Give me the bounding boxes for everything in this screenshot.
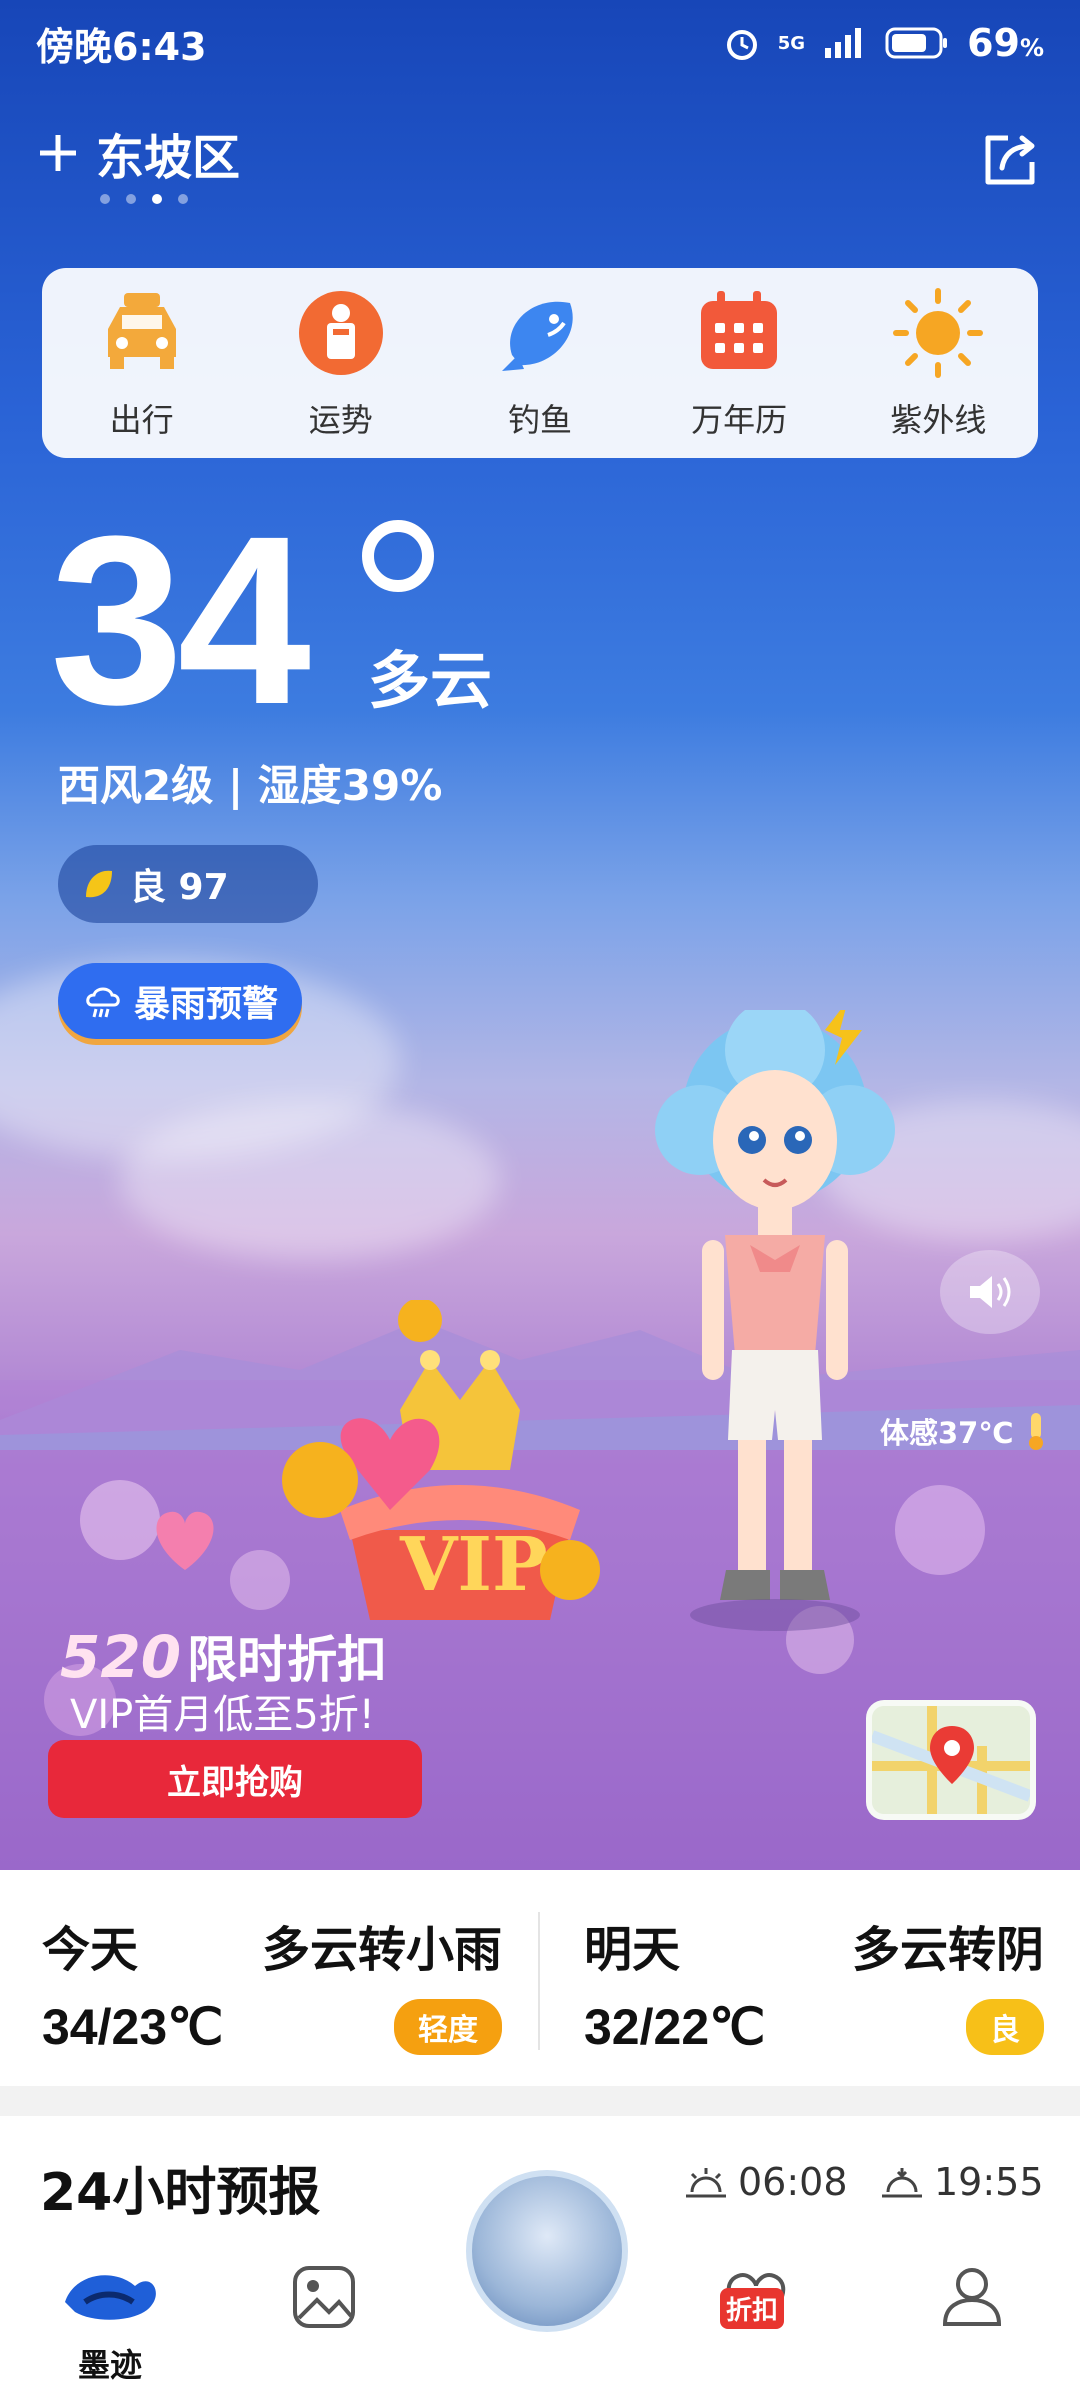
divider	[538, 1912, 540, 2050]
forecast-condition: 多云转阴	[851, 1922, 1044, 1978]
status-time: 傍晚6:43	[36, 24, 207, 69]
nav-label: 墨迹	[77, 2346, 142, 2384]
battery-icon	[885, 27, 948, 59]
discount-tag: 折扣	[720, 2288, 785, 2329]
forecast-tomorrow[interactable]: 明天 多云转阴 32/22℃ 良	[584, 1910, 1044, 2056]
tool-fortune[interactable]: 运势	[266, 285, 416, 441]
aqi-value: 良 97	[130, 867, 229, 908]
nav-item-toolbox[interactable]: 折扣 工具箱	[676, 2262, 836, 2386]
toolbox-icon: 折扣	[716, 2262, 796, 2332]
alert-label: 暴雨预警	[134, 984, 279, 1025]
forecast-day: 今天	[42, 1922, 139, 1978]
forecast-condition: 多云转小雨	[261, 1922, 502, 1978]
tool-fishing[interactable]: 钓鱼	[465, 285, 615, 441]
location-name: 东坡区	[96, 130, 241, 186]
current-temperature: 34	[50, 486, 311, 754]
vip-gift-illustration[interactable]: VIP	[280, 1300, 640, 1630]
quick-tools-card: 出行 运势 钓鱼 万年历 紫外线	[42, 268, 1038, 458]
status-bar: 傍晚6:43 5G 69%	[36, 18, 1044, 69]
forecast-today[interactable]: 今天 多云转小雨 34/23℃ 轻度	[42, 1910, 502, 2056]
nav-label: 我	[955, 2346, 988, 2384]
signal-icon	[825, 28, 862, 58]
heart-decor	[156, 1511, 214, 1570]
map-button[interactable]	[866, 1700, 1036, 1820]
promo-520: 520	[60, 1623, 182, 1691]
tool-label: 运势	[308, 401, 373, 439]
tool-label: 出行	[109, 401, 174, 439]
nav-item-moji[interactable]: 墨迹	[30, 2262, 190, 2386]
two-day-forecast: 今天 多云转小雨 34/23℃ 轻度 明天 多云转阴 32/22℃ 良	[0, 1870, 1080, 2086]
alarm-icon	[726, 30, 757, 60]
fortune-icon	[293, 285, 389, 381]
tool-calendar[interactable]: 万年历	[664, 285, 814, 441]
aqi-badge: 轻度	[394, 1999, 502, 2055]
tool-uv[interactable]: 紫外线	[863, 285, 1013, 441]
voice-broadcast-button[interactable]	[940, 1250, 1040, 1334]
current-condition: 多云	[368, 644, 493, 717]
battery-unit: %	[1019, 34, 1044, 62]
nav-item-me[interactable]: 我	[892, 2262, 1052, 2386]
section-gap	[0, 2086, 1080, 2116]
sunrise-time: 06:08	[738, 2160, 848, 2204]
rain-alert-button[interactable]: 暴雨预警	[58, 963, 303, 1039]
sunset-time: 19:55	[934, 2160, 1044, 2204]
forecast-temp: 34/23℃	[42, 1999, 224, 2055]
calendar-icon	[691, 285, 787, 381]
thermometer-icon	[1029, 1413, 1044, 1450]
map-pin-icon	[872, 1706, 1030, 1814]
nav-center-scene-button[interactable]	[466, 2170, 628, 2332]
leaf-icon	[86, 870, 112, 898]
promo-subtitle: VIP首月低至5折!	[70, 1692, 375, 1738]
feels-like-label: 体感37℃	[880, 1416, 1014, 1450]
sunset: 19:55	[880, 2160, 1044, 2204]
promo-title-text: 限时折扣	[187, 1631, 388, 1689]
photo-icon	[293, 2266, 355, 2328]
storm-cloud-icon	[86, 987, 120, 1018]
tool-label: 万年历	[691, 401, 788, 439]
sunrise-icon	[686, 2168, 726, 2198]
svg-text:VIP: VIP	[399, 1522, 548, 1608]
share-icon[interactable]	[980, 130, 1040, 190]
tool-travel[interactable]: 出行	[67, 285, 217, 441]
feels-like: 体感37℃	[880, 1410, 1051, 1452]
aqi-button[interactable]: 良 97	[58, 845, 318, 923]
nav-item-scenes[interactable]: 时景	[244, 2262, 404, 2386]
battery-level: 69	[967, 21, 1020, 65]
tool-label: 紫外线	[890, 401, 987, 439]
location-selector[interactable]: 东坡区	[38, 118, 240, 188]
forecast-day: 明天	[584, 1922, 681, 1978]
network-type: 5G	[777, 32, 806, 54]
fish-icon	[492, 285, 588, 381]
section-title: 24小时预报	[40, 2163, 321, 2223]
nav-label: 工具箱	[707, 2346, 804, 2384]
profile-icon	[942, 2268, 1002, 2326]
sunset-icon	[882, 2168, 922, 2198]
weather-avatar-character[interactable]	[640, 1010, 910, 1660]
tool-label: 钓鱼	[507, 401, 572, 439]
forecast-temp: 32/22℃	[584, 1999, 766, 2055]
degree-symbol	[362, 520, 434, 592]
nav-label: 时景	[291, 2346, 356, 2384]
wind-humidity: 西风2级 | 湿度39%	[58, 761, 443, 810]
moji-logo-icon	[65, 2275, 156, 2320]
sun-icon	[890, 285, 986, 381]
add-city-icon[interactable]	[38, 133, 78, 173]
sunrise: 06:08	[684, 2160, 848, 2204]
aqi-badge: 良	[966, 1999, 1044, 2055]
taxi-icon	[94, 285, 190, 381]
speaker-icon	[970, 1276, 1011, 1308]
buy-now-button[interactable]: 立即抢购	[48, 1740, 422, 1818]
page-indicator	[100, 194, 188, 204]
